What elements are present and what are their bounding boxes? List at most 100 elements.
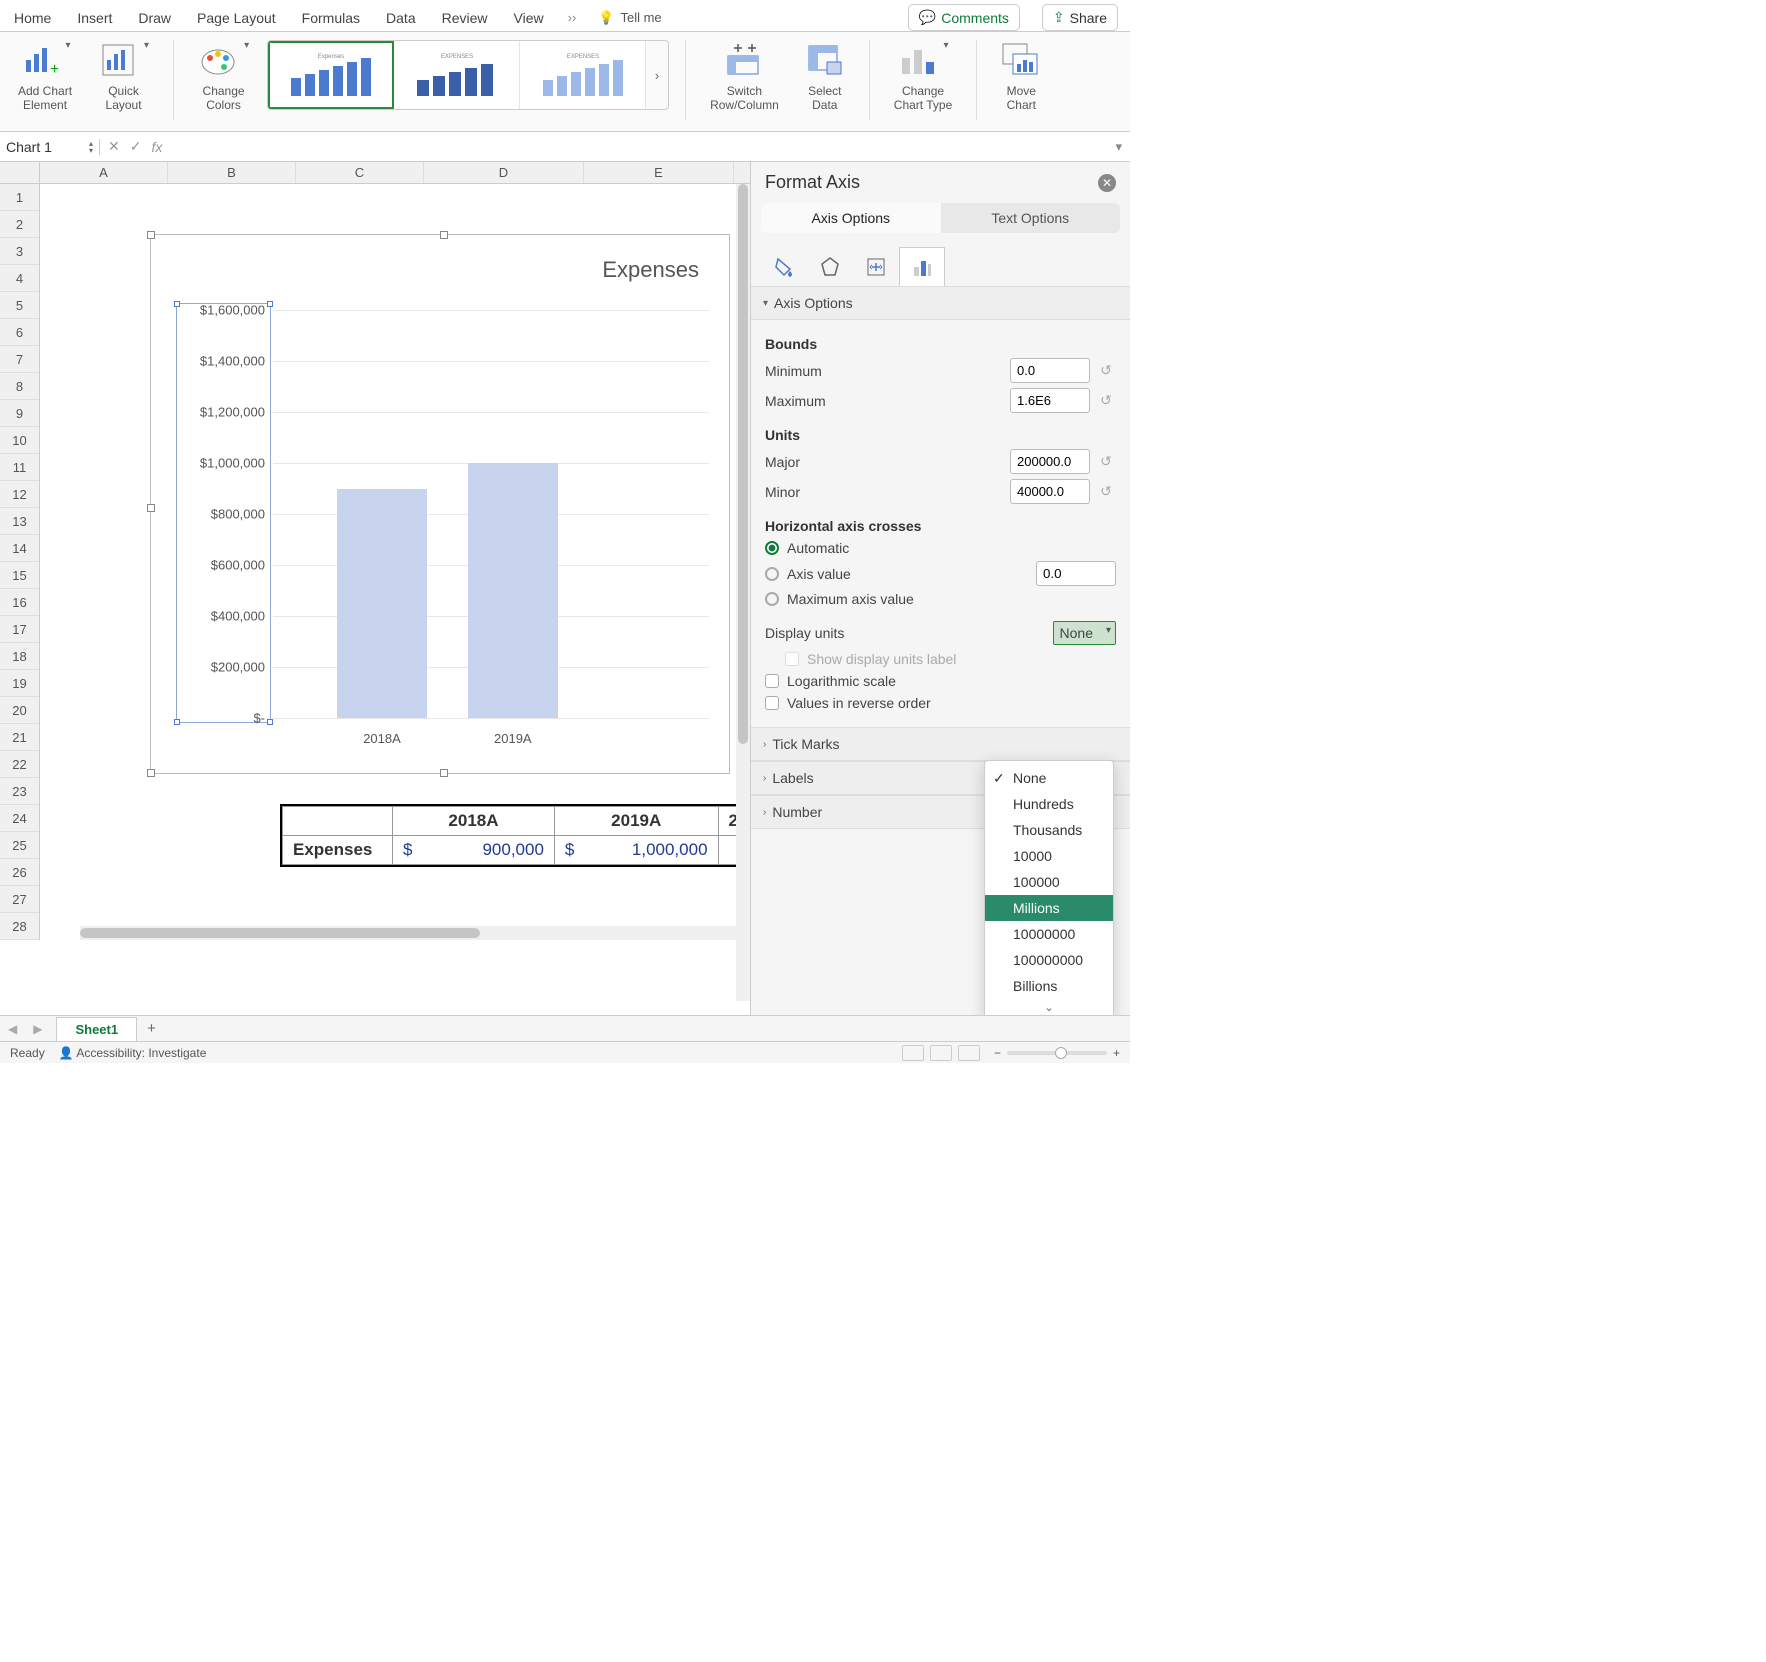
close-pane-icon[interactable]: ✕	[1098, 174, 1116, 192]
row-header[interactable]: 12	[0, 481, 39, 508]
reverse-order-checkbox[interactable]: Values in reverse order	[765, 695, 1116, 711]
minor-input[interactable]	[1010, 479, 1090, 504]
col-header-c[interactable]: C	[296, 162, 424, 183]
name-box-stepper-icon[interactable]: ▴▾	[89, 140, 93, 154]
row-header[interactable]: 8	[0, 373, 39, 400]
add-chart-element-button[interactable]: + ▾ Add Chart Element	[10, 40, 80, 113]
dropdown-option[interactable]: None	[985, 765, 1113, 791]
effects-tab-icon[interactable]	[807, 247, 853, 287]
tab-home[interactable]: Home	[12, 6, 53, 30]
row-header[interactable]: 10	[0, 427, 39, 454]
chart-bar[interactable]	[468, 463, 558, 718]
sheet-nav-next-icon[interactable]: ▶	[25, 1022, 50, 1036]
row-header[interactable]: 6	[0, 319, 39, 346]
row-header[interactable]: 4	[0, 265, 39, 292]
sheet-nav-prev-icon[interactable]: ◀	[0, 1022, 25, 1036]
select-all-corner[interactable]	[0, 162, 40, 183]
maximum-input[interactable]	[1010, 388, 1090, 413]
tab-data[interactable]: Data	[384, 6, 418, 30]
radio-automatic[interactable]: Automatic	[765, 540, 1116, 556]
table-header-2019a[interactable]: 2019A	[554, 807, 718, 836]
chart-style-3[interactable]: EXPENSES	[520, 41, 646, 109]
dropdown-option[interactable]: Thousands	[985, 817, 1113, 843]
chart-style-1[interactable]: Expenses	[268, 41, 394, 109]
chart-style-2[interactable]: EXPENSES	[394, 41, 520, 109]
worksheet-area[interactable]: A B C D E 123456789101112131415161718192…	[0, 162, 750, 1015]
row-header[interactable]: 25	[0, 832, 39, 859]
col-header-a[interactable]: A	[40, 162, 168, 183]
horizontal-scrollbar[interactable]	[80, 926, 750, 940]
row-header[interactable]: 1	[0, 184, 39, 211]
row-header[interactable]: 28	[0, 913, 39, 940]
row-header[interactable]: 18	[0, 643, 39, 670]
accessibility-status[interactable]: 👤 Accessibility: Investigate	[59, 1046, 207, 1060]
cell-currency[interactable]: $	[554, 836, 584, 865]
row-header[interactable]: 23	[0, 778, 39, 805]
add-sheet-icon[interactable]: +	[137, 1020, 166, 1037]
cell-value-2018[interactable]: 900,000	[423, 836, 555, 865]
reset-icon[interactable]: ↺	[1096, 391, 1116, 411]
tab-formulas[interactable]: Formulas	[300, 6, 362, 30]
reset-icon[interactable]: ↺	[1096, 452, 1116, 472]
embedded-chart[interactable]: Expenses $1,600,000$1,400,000$1,200,000$…	[150, 234, 730, 774]
fill-line-tab-icon[interactable]	[761, 247, 807, 287]
col-header-b[interactable]: B	[168, 162, 296, 183]
resize-handle[interactable]	[147, 231, 155, 239]
row-header[interactable]: 3	[0, 238, 39, 265]
dropdown-option[interactable]: 100000000	[985, 947, 1113, 973]
row-header[interactable]: 2	[0, 211, 39, 238]
row-header[interactable]: 22	[0, 751, 39, 778]
plot-area[interactable]: $1,600,000$1,400,000$1,200,000$1,000,000…	[273, 310, 709, 718]
row-header[interactable]: 24	[0, 805, 39, 832]
chart-bar[interactable]	[337, 489, 427, 719]
sheet-tab-sheet1[interactable]: Sheet1	[56, 1017, 137, 1041]
vertical-scrollbar[interactable]	[736, 184, 750, 1001]
tab-page-layout[interactable]: Page Layout	[195, 6, 278, 30]
row-header[interactable]: 27	[0, 886, 39, 913]
select-data-button[interactable]: Select Data	[797, 40, 853, 113]
formula-expand-icon[interactable]: ▾	[1107, 139, 1130, 155]
chart-title[interactable]: Expenses	[151, 235, 729, 283]
major-input[interactable]	[1010, 449, 1090, 474]
table-header-empty[interactable]	[283, 807, 393, 836]
tab-axis-options[interactable]: Axis Options	[761, 203, 941, 233]
row-header[interactable]: 7	[0, 346, 39, 373]
more-tabs-icon[interactable]: ››	[568, 10, 577, 25]
zoom-in-icon[interactable]: +	[1113, 1046, 1120, 1060]
tab-insert[interactable]: Insert	[75, 6, 114, 30]
dropdown-option[interactable]: 10000	[985, 843, 1113, 869]
row-header[interactable]: 19	[0, 670, 39, 697]
row-header[interactable]: 26	[0, 859, 39, 886]
view-page-break-icon[interactable]	[958, 1045, 980, 1061]
log-scale-checkbox[interactable]: Logarithmic scale	[765, 673, 1116, 689]
cell-value-2019[interactable]: 1,000,000	[584, 836, 718, 865]
change-colors-button[interactable]: ▾ Change Colors	[190, 40, 257, 113]
comments-button[interactable]: 💬 Comments	[908, 4, 1020, 31]
zoom-out-icon[interactable]: −	[994, 1046, 1001, 1060]
zoom-slider[interactable]: − +	[994, 1046, 1120, 1060]
gallery-next-icon[interactable]: ›	[646, 41, 668, 109]
section-axis-options[interactable]: ▾ Axis Options	[751, 286, 1130, 320]
row-header[interactable]: 5	[0, 292, 39, 319]
switch-row-column-button[interactable]: Switch Row/Column	[702, 40, 787, 113]
row-header[interactable]: 9	[0, 400, 39, 427]
move-chart-button[interactable]: Move Chart	[993, 40, 1049, 113]
resize-handle[interactable]	[440, 769, 448, 777]
row-header[interactable]: 20	[0, 697, 39, 724]
section-tick-marks[interactable]: › Tick Marks	[751, 727, 1130, 761]
tab-text-options[interactable]: Text Options	[941, 203, 1121, 233]
name-box[interactable]: Chart 1 ▴▾	[0, 139, 100, 155]
col-header-d[interactable]: D	[424, 162, 584, 183]
reset-icon[interactable]: ↺	[1096, 361, 1116, 381]
dropdown-more-icon[interactable]: ⌄	[985, 999, 1113, 1015]
change-chart-type-button[interactable]: ▾ Change Chart Type	[886, 40, 960, 113]
cancel-icon[interactable]: ✕	[108, 138, 120, 155]
table-row-label[interactable]: Expenses	[283, 836, 393, 865]
tab-review[interactable]: Review	[440, 6, 490, 30]
cell-currency[interactable]: $	[393, 836, 423, 865]
enter-icon[interactable]: ✓	[130, 138, 142, 155]
axis-options-tab-icon[interactable]	[899, 247, 945, 287]
view-normal-icon[interactable]	[902, 1045, 924, 1061]
row-header[interactable]: 21	[0, 724, 39, 751]
quick-layout-button[interactable]: ▾ Quick Layout	[90, 40, 157, 113]
